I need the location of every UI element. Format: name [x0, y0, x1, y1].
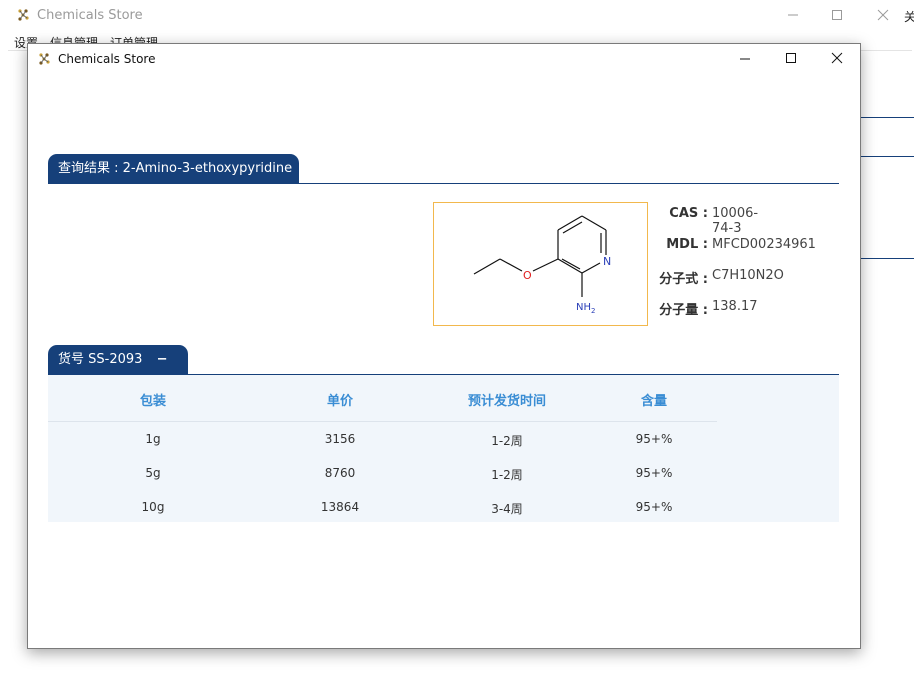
- column-header-purity[interactable]: 含量: [594, 390, 714, 409]
- minimize-icon: [740, 58, 750, 60]
- background-close-button[interactable]: [872, 5, 894, 25]
- atom-label-nh-main: NH: [576, 302, 591, 313]
- maximize-icon: [832, 10, 842, 20]
- property-value: C7H10N2O: [712, 268, 784, 283]
- cell-purity: 95+%: [635, 432, 673, 446]
- close-icon: [877, 9, 889, 21]
- product-header-text: 货号 SS-2093: [58, 352, 143, 367]
- cell-package: 10g: [141, 500, 165, 514]
- cell-unit-price: 8760: [324, 466, 356, 480]
- cell-package: 5g: [145, 466, 161, 480]
- property-value: MFCD00234961: [712, 237, 816, 252]
- background-title-bar: Chemicals Store 关: [0, 0, 914, 32]
- atom-label-o: O: [523, 269, 532, 282]
- structure-image: N O NH2: [433, 202, 648, 326]
- column-header-package[interactable]: 包装: [93, 390, 213, 409]
- dialog-title: Chemicals Store: [58, 52, 156, 66]
- background-right-text: 关: [904, 10, 914, 24]
- dialog-title-bar: Chemicals Store: [28, 44, 860, 74]
- background-minimize-button[interactable]: [782, 5, 804, 25]
- close-button[interactable]: [814, 44, 860, 74]
- cell-purity: 95+%: [635, 500, 673, 514]
- property-label: 分子式 :: [659, 272, 708, 287]
- cell-unit-price: 3156: [324, 432, 356, 446]
- result-header-tab: 查询结果 : 2-Amino-3-ethoxypyridine: [48, 154, 299, 184]
- property-label: MDL :: [666, 237, 708, 252]
- close-icon: [831, 52, 843, 64]
- result-header-text: 查询结果 : 2-Amino-3-ethoxypyridine: [58, 161, 293, 176]
- background-divider: [859, 117, 914, 118]
- molecule-structure: N O NH2: [473, 215, 611, 315]
- atom-label-nh-subscript: 2: [591, 307, 595, 315]
- atom-label-n: N: [603, 255, 611, 268]
- app-icon: [18, 9, 29, 21]
- product-header-tab: 货号 SS-2093 −: [48, 345, 188, 375]
- maximize-icon: [786, 53, 796, 63]
- cell-package: 1g: [145, 432, 161, 446]
- atom-label-nh: NH2: [576, 302, 595, 315]
- app-icon: [39, 53, 50, 65]
- minimize-button[interactable]: [722, 44, 768, 74]
- cell-ship-time: 3-4周: [491, 502, 523, 516]
- maximize-button[interactable]: [768, 44, 814, 74]
- property-value: 10006-74-3: [712, 206, 759, 236]
- background-window-title: Chemicals Store: [37, 8, 143, 23]
- property-label: 分子量 :: [659, 303, 708, 318]
- result-header-line: [48, 183, 839, 184]
- property-value: 138.17: [712, 299, 758, 314]
- cell-ship-time: 1-2周: [491, 434, 523, 448]
- background-divider: [859, 258, 914, 259]
- header-divider: [48, 421, 717, 422]
- column-header-ship-time[interactable]: 预计发货时间: [447, 390, 567, 409]
- background-maximize-button[interactable]: [826, 5, 848, 25]
- chemical-detail-dialog: Chemicals Store 查询结果 : 2-Amino-3-ethoxyp…: [27, 43, 861, 649]
- minimize-icon: [788, 14, 798, 16]
- property-label: CAS :: [669, 206, 708, 221]
- background-divider: [859, 156, 914, 157]
- cell-purity: 95+%: [635, 466, 673, 480]
- collapse-toggle-button[interactable]: −: [157, 352, 168, 367]
- cell-ship-time: 1-2周: [491, 468, 523, 482]
- pricing-table: 包装 单价 预计发货时间 含量 1g 3156 1-2周 95+% 5g 876…: [48, 375, 839, 522]
- cell-unit-price: 13864: [320, 500, 360, 514]
- column-header-unit-price[interactable]: 单价: [280, 390, 400, 409]
